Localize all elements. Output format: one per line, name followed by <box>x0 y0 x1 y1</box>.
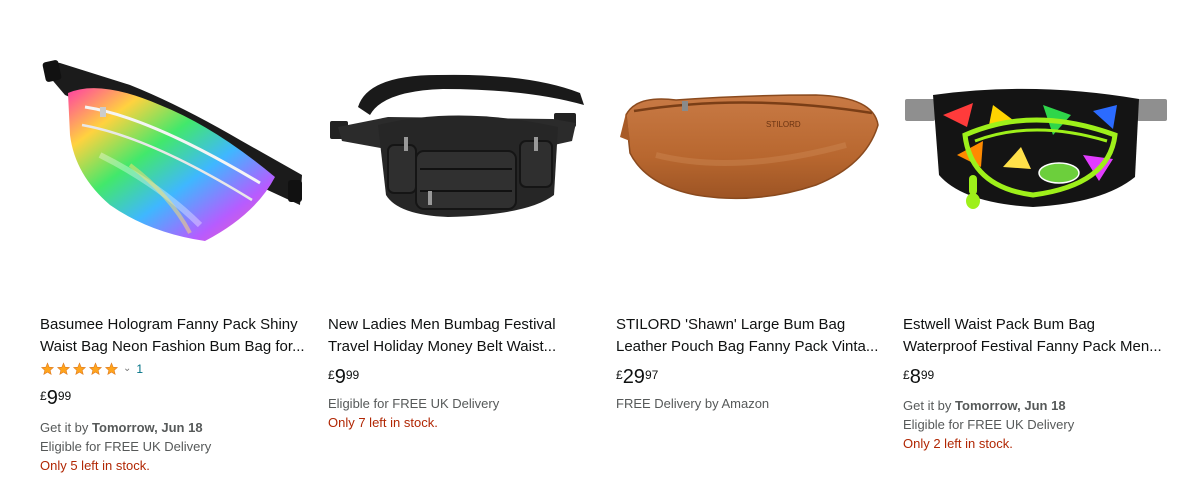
product-title-line: Estwell Waist Pack Bum Bag <box>903 316 1096 333</box>
delivery-prefix: Get it by <box>903 398 952 413</box>
product-title-line: Basumee Hologram Fanny Pack Shiny <box>40 316 298 333</box>
price-currency: £ <box>328 368 335 382</box>
price-whole: 9 <box>46 387 58 409</box>
eligibility-text: Eligible for FREE UK Delivery <box>40 439 212 454</box>
price-fraction: 99 <box>57 389 72 403</box>
price-currency: £ <box>616 368 623 382</box>
product-image-3[interactable]: STILORD <box>616 30 882 260</box>
product-title-3[interactable]: STILORD 'Shawn' Large Bum Bag Leather Po… <box>616 314 882 358</box>
price-whole: 9 <box>334 366 346 388</box>
product-price-1[interactable]: £999 <box>40 386 71 410</box>
stock-warning: Only 5 left in stock. <box>40 458 150 473</box>
product-price-3[interactable]: £2997 <box>616 365 658 389</box>
product-title-4[interactable]: Estwell Waist Pack Bum Bag Waterproof Fe… <box>903 314 1169 358</box>
delivery-prefix: Get it by <box>40 420 89 435</box>
price-currency: £ <box>903 368 910 382</box>
price-whole: 29 <box>622 366 645 388</box>
delivery-date: Tomorrow, Jun 18 <box>955 398 1066 413</box>
price-currency: £ <box>40 389 47 403</box>
product-price-2[interactable]: £999 <box>328 365 359 389</box>
product-title-line: Travel Holiday Money Belt Waist... <box>328 338 557 355</box>
product-title-1[interactable]: Basumee Hologram Fanny Pack Shiny Waist … <box>40 314 306 358</box>
product-card-2: New Ladies Men Bumbag Festival Travel Ho… <box>328 30 594 480</box>
eligibility-text: Eligible for FREE UK Delivery <box>903 417 1075 432</box>
delivery-date-text: Get it by Tomorrow, Jun 18 <box>40 418 203 437</box>
price-fraction: 97 <box>644 368 659 382</box>
product-card-3: STILORD STILORD 'Shawn' Large Bum Bag Le… <box>616 30 882 480</box>
product-card-1: Basumee Hologram Fanny Pack Shiny Waist … <box>40 30 306 480</box>
tan-leather-bum-bag-image: STILORD <box>620 94 879 200</box>
product-image-4[interactable] <box>903 30 1169 260</box>
eligibility-text: FREE Delivery by Amazon <box>616 396 770 411</box>
chevron-down-icon[interactable]: ⌄ <box>123 362 131 376</box>
price-whole: 8 <box>909 366 921 388</box>
product-title-line: Waist Bag Neon Fashion Bum Bag for... <box>40 338 305 355</box>
eligibility-text: Eligible for FREE UK Delivery <box>328 396 500 411</box>
stock-warning: Only 7 left in stock. <box>328 415 438 430</box>
product-image-2[interactable] <box>328 30 594 260</box>
star-rating[interactable]: ⌄ 1 <box>40 362 143 376</box>
star-icon <box>88 362 103 375</box>
rating-count-link[interactable]: 1 <box>136 362 143 376</box>
product-title-line: New Ladies Men Bumbag Festival <box>328 316 556 333</box>
feather-print-waist-pack-image <box>905 88 1167 209</box>
product-title-line: STILORD 'Shawn' Large Bum Bag <box>616 316 846 333</box>
product-title-line: Leather Pouch Bag Fanny Pack Vinta... <box>616 338 879 355</box>
star-icon <box>56 362 71 375</box>
product-image-1[interactable] <box>40 30 306 260</box>
star-icon <box>104 362 119 375</box>
price-fraction: 99 <box>345 368 360 382</box>
product-title-2[interactable]: New Ladies Men Bumbag Festival Travel Ho… <box>328 314 594 358</box>
brand-stamp: STILORD <box>766 120 801 129</box>
star-icon <box>72 362 87 375</box>
star-icon <box>40 362 55 375</box>
product-card-4: Estwell Waist Pack Bum Bag Waterproof Fe… <box>903 30 1169 480</box>
black-leather-bumbag-image <box>330 74 584 217</box>
delivery-date-text: Get it by Tomorrow, Jun 18 <box>903 396 1066 415</box>
delivery-date: Tomorrow, Jun 18 <box>92 420 203 435</box>
stock-warning: Only 2 left in stock. <box>903 436 1013 451</box>
price-fraction: 99 <box>920 368 935 382</box>
hologram-fanny-pack-image <box>42 60 302 241</box>
product-price-4[interactable]: £899 <box>903 365 934 389</box>
product-title-line: Waterproof Festival Fanny Pack Men... <box>903 338 1162 355</box>
